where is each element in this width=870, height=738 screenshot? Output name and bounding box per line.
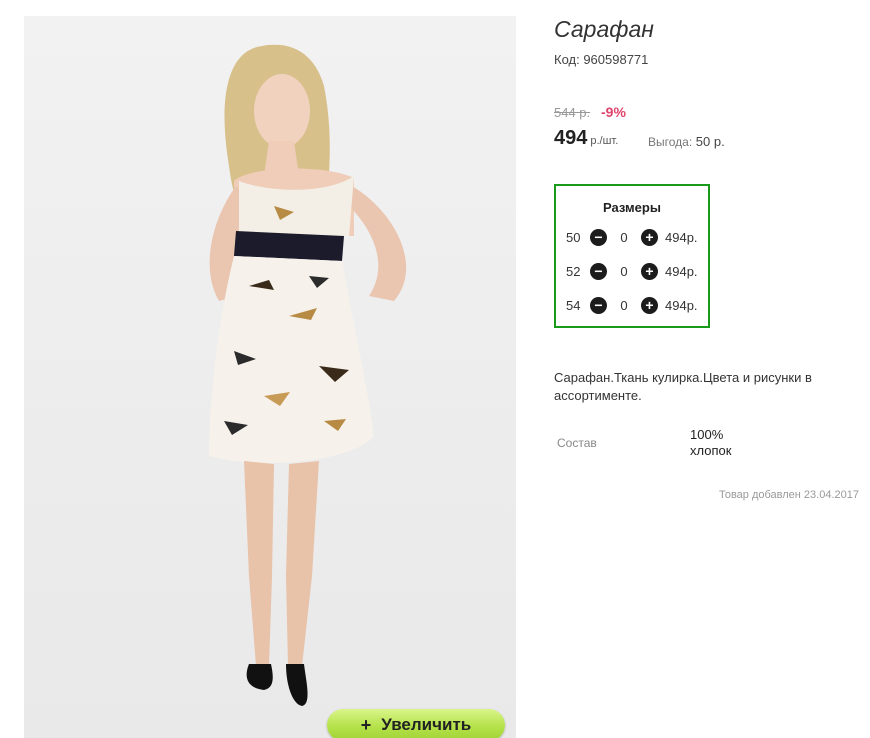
minus-icon[interactable]: − — [590, 228, 607, 246]
size-price: 494р. — [665, 297, 698, 313]
plus-icon[interactable]: + — [641, 262, 658, 280]
product-page: + Увеличить Сарафан Код: 960598771 544 р… — [0, 0, 870, 738]
size-price: 494р. — [665, 263, 698, 279]
price-unit: р./шт. — [590, 135, 619, 147]
plus-icon[interactable]: + — [641, 228, 658, 246]
product-photo[interactable] — [24, 16, 516, 738]
composition-label: Состав — [557, 436, 597, 450]
price: 494 р./шт. — [554, 127, 618, 150]
benefit-value: 50 р. — [695, 134, 725, 149]
price-value: 494 — [554, 127, 588, 149]
zoom-button[interactable]: + Увеличить — [327, 709, 505, 738]
size-label: 52 — [566, 263, 581, 279]
size-price: 494р. — [665, 229, 698, 245]
size-row: 50 − 0 + 494р. — [566, 227, 698, 247]
plus-icon: + — [360, 714, 372, 735]
size-row: 54 − 0 + 494р. — [566, 295, 698, 315]
model-illustration — [209, 44, 407, 706]
quantity-value[interactable]: 0 — [614, 264, 634, 279]
discount-badge: -9% — [601, 104, 626, 120]
composition-value: 100% хлопок — [690, 427, 732, 458]
size-label: 54 — [566, 297, 581, 313]
sizes-title: Размеры — [603, 200, 661, 215]
product-code: Код: 960598771 — [554, 52, 649, 67]
benefit: Выгода: 50 р. — [648, 134, 725, 149]
product-title: Сарафан — [554, 16, 654, 42]
zoom-label: Увеличить — [381, 715, 472, 734]
sizes-box: Размеры 50 − 0 + 494р. 52 − 0 + 494р. 54… — [554, 184, 710, 328]
quantity-value[interactable]: 0 — [614, 298, 634, 313]
added-date: Товар добавлен 23.04.2017 — [718, 489, 859, 501]
minus-icon[interactable]: − — [590, 262, 607, 280]
benefit-label: Выгода: — [648, 135, 693, 149]
product-description: Сарафан.Ткань кулирка.Цвета и рисунки в … — [554, 370, 812, 403]
size-label: 50 — [566, 229, 581, 245]
quantity-value[interactable]: 0 — [614, 230, 634, 245]
old-price: 544 р. — [554, 105, 591, 120]
minus-icon[interactable]: − — [590, 296, 607, 314]
size-row: 52 − 0 + 494р. — [566, 261, 698, 281]
plus-icon[interactable]: + — [641, 296, 658, 314]
